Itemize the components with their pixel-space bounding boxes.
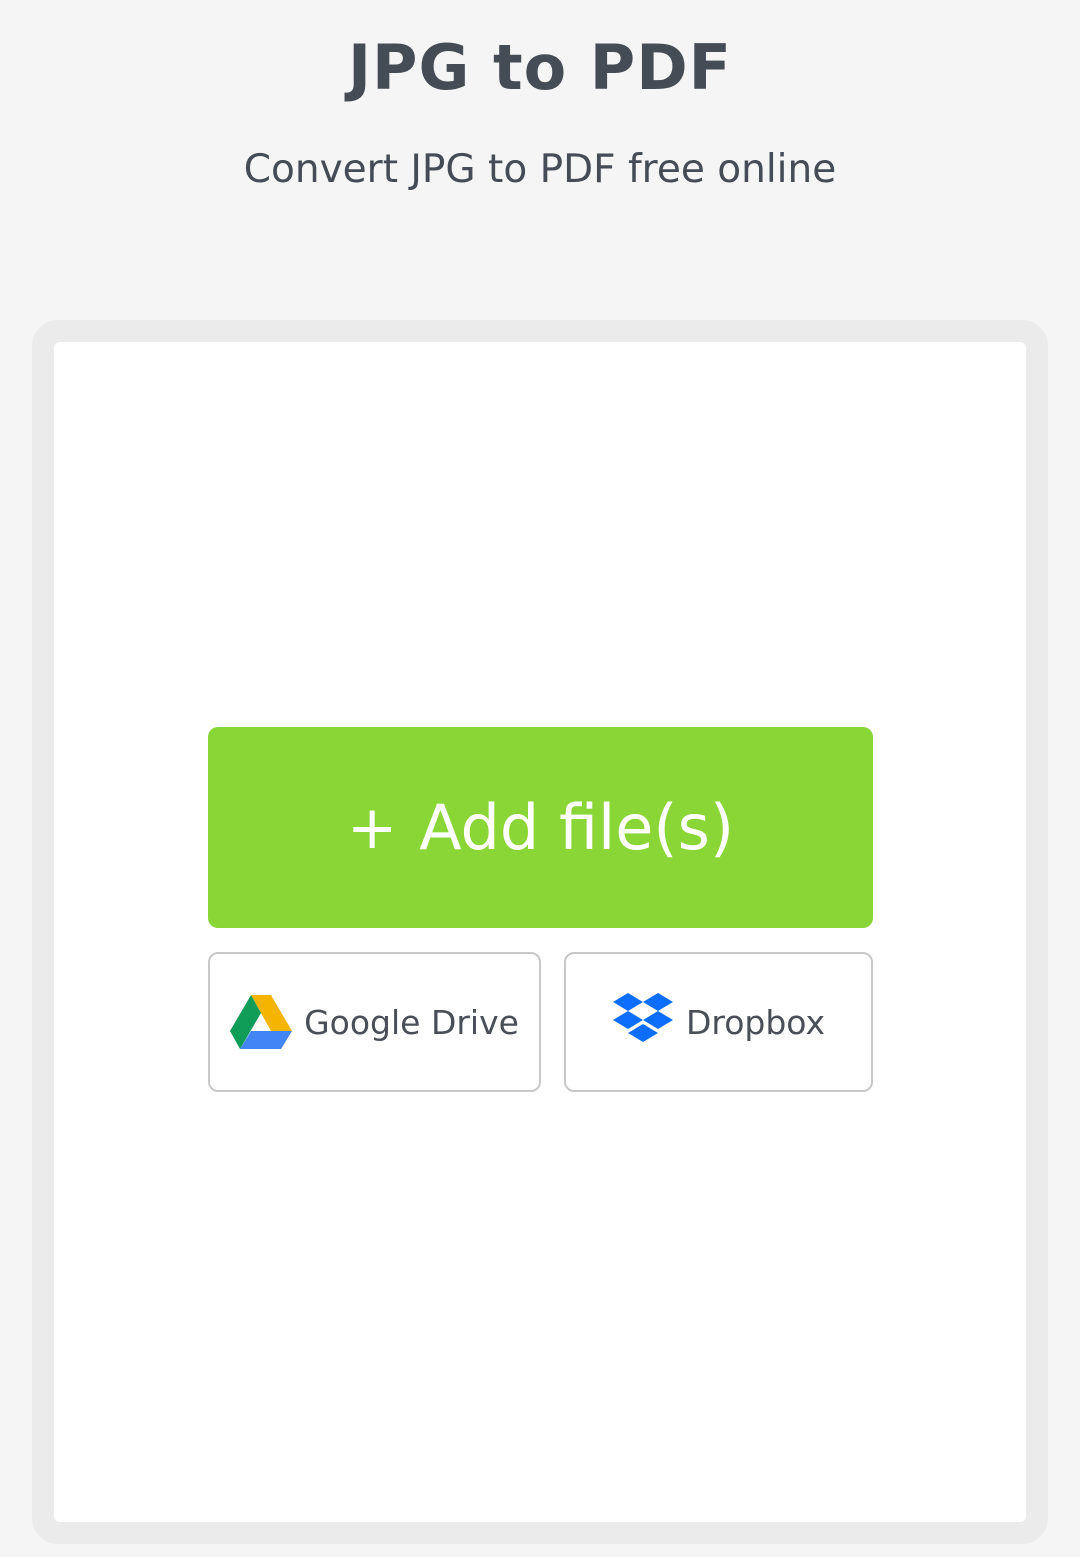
page-title: JPG to PDF (347, 31, 733, 104)
page-subtitle: Convert JPG to PDF free online (243, 147, 837, 192)
add-files-label: Add file(s) (419, 791, 735, 864)
google-drive-label: Google Drive (304, 1002, 519, 1042)
google-drive-icon (230, 995, 293, 1049)
upload-drop-area[interactable]: + Add file(s) Google Drive Dropbox (54, 342, 1026, 1522)
add-files-button[interactable]: + Add file(s) (208, 727, 873, 928)
dropbox-icon (612, 993, 674, 1051)
plus-icon: + (346, 792, 398, 863)
dropbox-label: Dropbox (685, 1002, 826, 1042)
google-drive-button[interactable]: Google Drive (208, 952, 541, 1092)
dropbox-button[interactable]: Dropbox (564, 952, 873, 1092)
upload-frame: + Add file(s) Google Drive Dropbox (32, 320, 1048, 1544)
